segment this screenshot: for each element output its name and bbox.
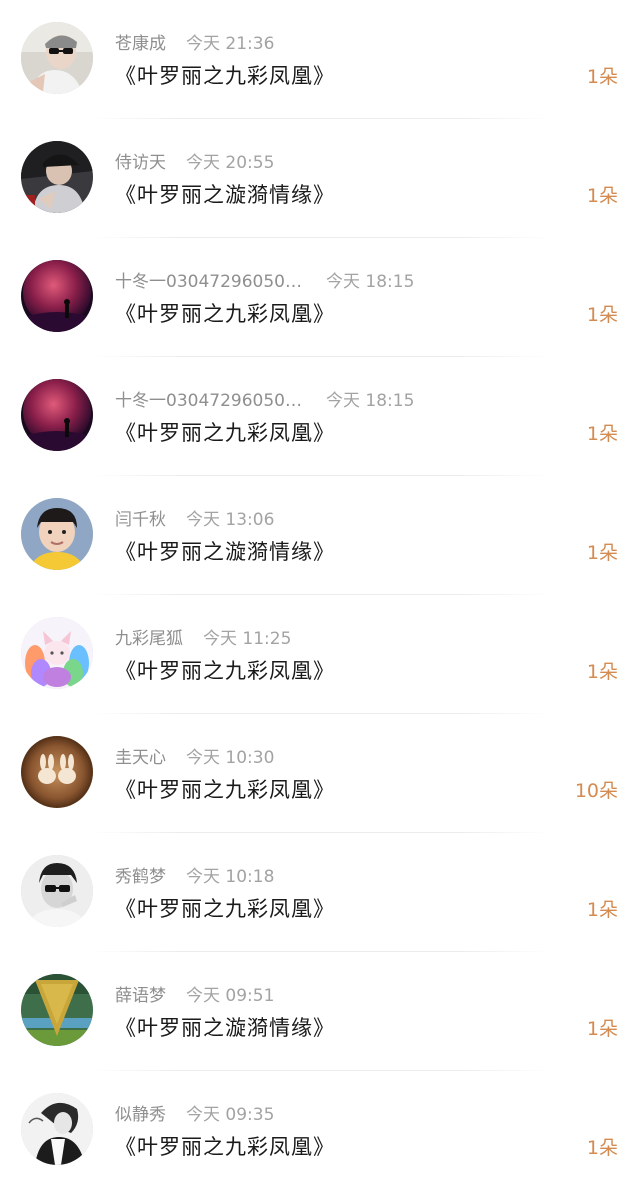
timestamp: 今天 21:36	[186, 33, 275, 54]
timestamp: 今天 09:35	[186, 1104, 275, 1125]
book-title[interactable]: 《叶罗丽之九彩凤凰》	[115, 298, 335, 328]
book-title[interactable]: 《叶罗丽之九彩凤凰》	[115, 893, 335, 923]
flower-count: 1朵	[586, 1018, 618, 1040]
timestamp: 今天 10:30	[186, 747, 275, 768]
user-name[interactable]: 圭天心	[115, 743, 166, 768]
flower-count: 1朵	[586, 304, 618, 326]
avatar[interactable]	[21, 736, 93, 808]
item-meta: 圭天心 今天 10:30	[115, 742, 274, 768]
book-title[interactable]: 《叶罗丽之九彩凤凰》	[115, 655, 335, 685]
avatar-abstract-green-icon	[21, 974, 93, 1046]
timestamp: 今天 11:25	[203, 628, 292, 649]
timestamp: 今天 18:15	[325, 271, 415, 292]
flower-count: 1朵	[586, 185, 618, 207]
list-item[interactable]: 闫千秋 今天 13:06 《叶罗丽之漩漪情缘》 1朵	[0, 476, 640, 595]
avatar[interactable]	[21, 974, 93, 1046]
book-title[interactable]: 《叶罗丽之九彩凤凰》	[115, 774, 335, 804]
book-title[interactable]: 《叶罗丽之九彩凤凰》	[115, 417, 335, 447]
timestamp: 今天 13:06	[186, 509, 275, 530]
user-name[interactable]: 苍康成	[115, 29, 166, 54]
user-name[interactable]: 十冬一03047296050…	[115, 386, 302, 411]
list-item[interactable]: 九彩尾狐 今天 11:25 《叶罗丽之九彩凤凰》 1朵	[0, 595, 640, 714]
flower-count: 1朵	[586, 1137, 618, 1159]
flower-count: 1朵	[586, 899, 618, 921]
avatar[interactable]	[21, 1093, 93, 1165]
avatar-sketch-figure-icon	[21, 1093, 93, 1165]
list-item[interactable]: 薛语梦 今天 09:51 《叶罗丽之漩漪情缘》 1朵	[0, 952, 640, 1071]
timestamp: 今天 18:15	[325, 390, 415, 411]
book-title[interactable]: 《叶罗丽之九彩凤凰》	[115, 1131, 335, 1161]
avatar[interactable]	[21, 498, 93, 570]
avatar[interactable]	[21, 260, 93, 332]
flower-count: 10朵	[574, 780, 618, 802]
user-name[interactable]: 秀鹤梦	[115, 862, 166, 887]
gift-list: 苍康成 今天 21:36 《叶罗丽之九彩凤凰》 1朵 侍访天 今天 20:55 …	[0, 0, 640, 1192]
flower-count: 1朵	[586, 423, 618, 445]
book-title[interactable]: 《叶罗丽之九彩凤凰》	[115, 60, 335, 90]
book-title[interactable]: 《叶罗丽之漩漪情缘》	[115, 179, 335, 209]
item-meta: 十冬一03047296050… 今天 18:15	[115, 385, 414, 411]
avatar-person-cap-icon	[21, 141, 93, 213]
user-name[interactable]: 十冬一03047296050…	[115, 267, 302, 292]
item-meta: 十冬一03047296050… 今天 18:15	[115, 266, 414, 292]
avatar[interactable]	[21, 22, 93, 94]
timestamp: 今天 10:18	[186, 866, 275, 887]
book-title[interactable]: 《叶罗丽之漩漪情缘》	[115, 1012, 335, 1042]
avatar-nine-tailed-fox-icon	[21, 617, 93, 689]
list-item[interactable]: 十冬一03047296050… 今天 18:15 《叶罗丽之九彩凤凰》 1朵	[0, 238, 640, 357]
book-title[interactable]: 《叶罗丽之漩漪情缘》	[115, 536, 335, 566]
item-meta: 薛语梦 今天 09:51	[115, 980, 274, 1006]
item-meta: 似静秀 今天 09:35	[115, 1099, 274, 1125]
flower-count: 1朵	[586, 542, 618, 564]
avatar-man-sunglasses-icon	[21, 22, 93, 94]
avatar-child-icon	[21, 498, 93, 570]
user-name[interactable]: 九彩尾狐	[115, 624, 183, 649]
list-item[interactable]: 苍康成 今天 21:36 《叶罗丽之九彩凤凰》 1朵	[0, 0, 640, 119]
flower-count: 1朵	[586, 66, 618, 88]
user-name[interactable]: 薛语梦	[115, 981, 166, 1006]
avatar-latte-art-icon	[21, 736, 93, 808]
item-meta: 闫千秋 今天 13:06	[115, 504, 274, 530]
list-item[interactable]: 秀鹤梦 今天 10:18 《叶罗丽之九彩凤凰》 1朵	[0, 833, 640, 952]
avatar[interactable]	[21, 379, 93, 451]
user-name[interactable]: 似静秀	[115, 1100, 166, 1125]
timestamp: 今天 09:51	[186, 985, 275, 1006]
avatar[interactable]	[21, 617, 93, 689]
item-meta: 秀鹤梦 今天 10:18	[115, 861, 274, 887]
avatar-planet-figure-icon	[21, 379, 93, 451]
list-item[interactable]: 似静秀 今天 09:35 《叶罗丽之九彩凤凰》 1朵	[0, 1071, 640, 1190]
user-name[interactable]: 闫千秋	[115, 505, 166, 530]
avatar[interactable]	[21, 141, 93, 213]
avatar-man-sunglasses-bw-icon	[21, 855, 93, 927]
list-item[interactable]: 十冬一03047296050… 今天 18:15 《叶罗丽之九彩凤凰》 1朵	[0, 357, 640, 476]
timestamp: 今天 20:55	[186, 152, 275, 173]
item-meta: 九彩尾狐 今天 11:25	[115, 623, 291, 649]
avatar-planet-figure-icon	[21, 260, 93, 332]
list-item[interactable]: 侍访天 今天 20:55 《叶罗丽之漩漪情缘》 1朵	[0, 119, 640, 238]
avatar[interactable]	[21, 855, 93, 927]
user-name[interactable]: 侍访天	[115, 148, 166, 173]
list-item[interactable]: 圭天心 今天 10:30 《叶罗丽之九彩凤凰》 10朵	[0, 714, 640, 833]
item-meta: 侍访天 今天 20:55	[115, 147, 274, 173]
item-meta: 苍康成 今天 21:36	[115, 28, 274, 54]
flower-count: 1朵	[586, 661, 618, 683]
